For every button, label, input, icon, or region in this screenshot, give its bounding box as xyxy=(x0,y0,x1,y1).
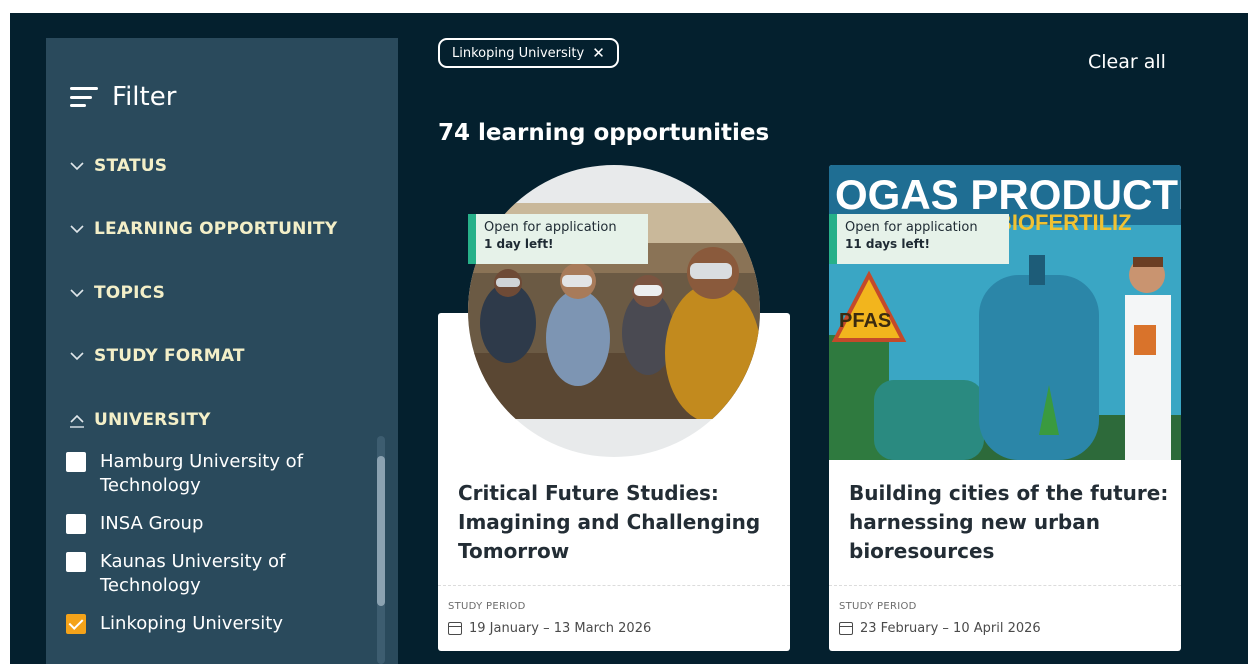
badge-stripe xyxy=(468,214,476,264)
chevron-up-icon xyxy=(68,411,86,429)
status-badge: Open for application 11 days left! xyxy=(829,214,1009,264)
section-label: UNIVERSITY xyxy=(94,410,211,430)
filter-section-university[interactable]: UNIVERSITY xyxy=(68,410,211,430)
filter-header[interactable]: Filter xyxy=(70,82,176,112)
chevron-down-icon xyxy=(68,284,86,302)
university-label: Kaunas University of Technology xyxy=(100,551,286,596)
status-badge: Open for application 1 day left! xyxy=(468,214,648,264)
checkbox[interactable] xyxy=(66,452,86,472)
chevron-down-icon xyxy=(68,347,86,365)
active-filter-chip[interactable]: Linkoping University ✕ xyxy=(438,38,619,68)
filter-section-study-format[interactable]: STUDY FORMAT xyxy=(68,346,245,366)
card-title[interactable]: Critical Future Studies: Imagining and C… xyxy=(458,479,778,566)
university-label: Hamburg University of Technology xyxy=(100,451,304,496)
card-divider xyxy=(829,585,1181,586)
card-title[interactable]: Building cities of the future: harnessin… xyxy=(849,479,1169,566)
image-sign-text: PFAS xyxy=(839,310,891,332)
checkbox[interactable] xyxy=(66,552,86,572)
section-label: STUDY FORMAT xyxy=(94,346,245,366)
study-period-dates: 19 January – 13 March 2026 xyxy=(469,621,652,636)
badge-stripe xyxy=(829,214,837,264)
section-label: STATUS xyxy=(94,156,168,176)
card-divider xyxy=(438,585,790,586)
university-option-insa[interactable]: INSA Group xyxy=(66,512,366,536)
filter-section-status[interactable]: STATUS xyxy=(68,156,167,176)
card-image[interactable] xyxy=(468,165,760,457)
calendar-icon xyxy=(839,622,853,635)
badge-body: Open for application 11 days left! xyxy=(837,214,1009,264)
university-label: INSA Group xyxy=(100,513,204,534)
badge-deadline: 11 days left! xyxy=(845,237,931,251)
university-option-linkoping[interactable]: Linkoping University xyxy=(66,612,366,636)
checkbox[interactable] xyxy=(66,514,86,534)
badge-body: Open for application 1 day left! xyxy=(476,214,648,264)
close-icon[interactable]: ✕ xyxy=(592,44,605,62)
badge-deadline: 1 day left! xyxy=(484,237,554,251)
university-label: Linkoping University xyxy=(100,613,284,634)
checkbox-checked[interactable] xyxy=(66,614,86,634)
study-period-label: STUDY PERIOD xyxy=(448,601,526,612)
chevron-down-icon xyxy=(68,220,86,238)
biogas-illustration-image[interactable]: OGAS PRODUCTI SUSTAINABLE BIOFERTILIZ PF… xyxy=(829,165,1181,460)
study-period-dates: 23 February – 10 April 2026 xyxy=(860,621,1041,636)
section-label: LEARNING OPPORTUNITY xyxy=(94,219,338,239)
app-window: Filter STATUS LEARNING OPPORTUNITY TOPIC… xyxy=(10,13,1248,664)
badge-status: Open for application xyxy=(484,220,617,235)
filter-section-topics[interactable]: TOPICS xyxy=(68,283,165,303)
chip-label: Linkoping University xyxy=(452,45,585,61)
chevron-down-icon xyxy=(68,157,86,175)
result-count: 74 learning opportunities xyxy=(438,120,770,146)
university-option-kaunas[interactable]: Kaunas University of Technology xyxy=(66,550,366,598)
calendar-icon xyxy=(448,622,462,635)
study-period-row: 19 January – 13 March 2026 xyxy=(448,621,651,636)
study-period-label: STUDY PERIOD xyxy=(839,601,917,612)
filter-title: Filter xyxy=(112,82,177,112)
filter-sidebar: Filter STATUS LEARNING OPPORTUNITY TOPIC… xyxy=(46,38,398,664)
study-period-row: 23 February – 10 April 2026 xyxy=(839,621,1041,636)
university-options: Hamburg University of Technology INSA Gr… xyxy=(66,450,366,650)
section-label: TOPICS xyxy=(94,283,166,303)
clear-all-link[interactable]: Clear all xyxy=(1088,51,1166,73)
university-option-hamburg[interactable]: Hamburg University of Technology xyxy=(66,450,366,498)
hamburger-icon xyxy=(70,87,98,107)
badge-status: Open for application xyxy=(845,220,978,235)
scrollbar-thumb[interactable] xyxy=(377,456,385,606)
filter-section-learning-opportunity[interactable]: LEARNING OPPORTUNITY xyxy=(68,219,337,239)
